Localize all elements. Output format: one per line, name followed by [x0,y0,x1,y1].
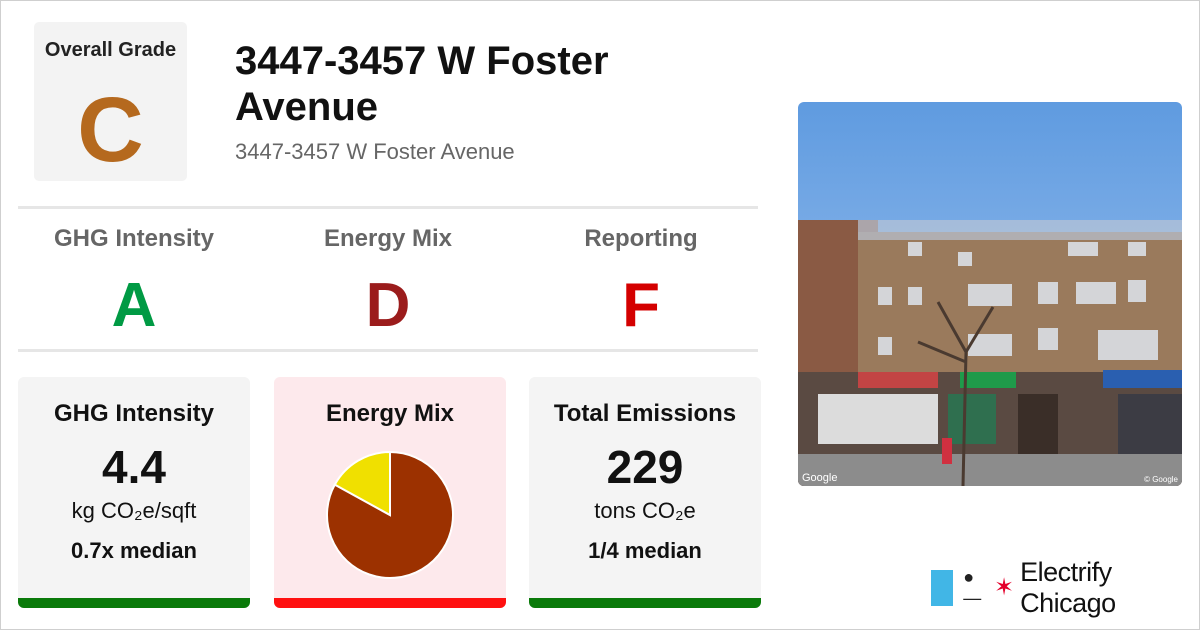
divider-bottom [18,349,758,352]
grade-energy-mix: Energy Mix D [268,225,508,337]
photo-credit-google: Google [802,472,838,484]
grade-ghg-label: GHG Intensity [53,225,215,252]
card-emissions-comparison: 1/4 median [588,538,702,563]
card-ghg-value: 4.4 [102,441,166,493]
grade-mix-label: Energy Mix [323,225,453,252]
grade-reporting: Reporting F [521,225,761,337]
grade-ghg-intensity: GHG Intensity A [14,225,254,337]
card-ghg-status-bar [18,598,250,608]
card-emissions-status-bar [529,598,761,608]
card-energy-mix: Energy Mix [274,377,506,608]
card-emissions-title: Total Emissions [553,400,737,427]
plug-icon: ●— [963,567,982,608]
energy-mix-pie-chart [326,450,454,579]
divider-top [18,206,758,209]
overall-grade-letter: C [77,79,144,181]
electrify-chicago-logo: ●— ✶ Electrify Chicago [931,557,1200,618]
card-ghg-comparison: 0.7x median [71,538,197,563]
chicago-star-icon: ✶ [994,574,1015,601]
card-mix-title: Energy Mix [325,400,455,427]
building-photo: Google © Google [798,102,1182,486]
card-emissions-unit: tons CO₂e [594,498,696,523]
overall-grade-box: Overall Grade C [34,22,187,181]
building-title: 3447-3457 W Foster Avenue [235,39,609,129]
grade-reporting-value: F [622,271,660,340]
card-total-emissions: Total Emissions 229 tons CO₂e 1/4 median [529,377,761,608]
grade-ghg-value: A [111,271,157,340]
card-mix-status-bar [274,598,506,608]
grade-reporting-label: Reporting [584,225,698,252]
card-ghg-intensity: GHG Intensity 4.4 kg CO₂e/sqft 0.7x medi… [18,377,250,608]
card-emissions-value: 229 [606,441,684,493]
card-ghg-unit: kg CO₂e/sqft [71,498,197,523]
grade-mix-value: D [365,271,411,340]
photo-credit-copyright: © Google [1144,475,1178,484]
card-ghg-title: GHG Intensity [53,400,215,427]
brand-name: Electrify Chicago [1020,557,1116,618]
building-address: 3447-3457 W Foster Avenue [235,139,515,164]
chicago-flag-icon [931,570,954,606]
overall-grade-label: Overall Grade [44,39,177,61]
